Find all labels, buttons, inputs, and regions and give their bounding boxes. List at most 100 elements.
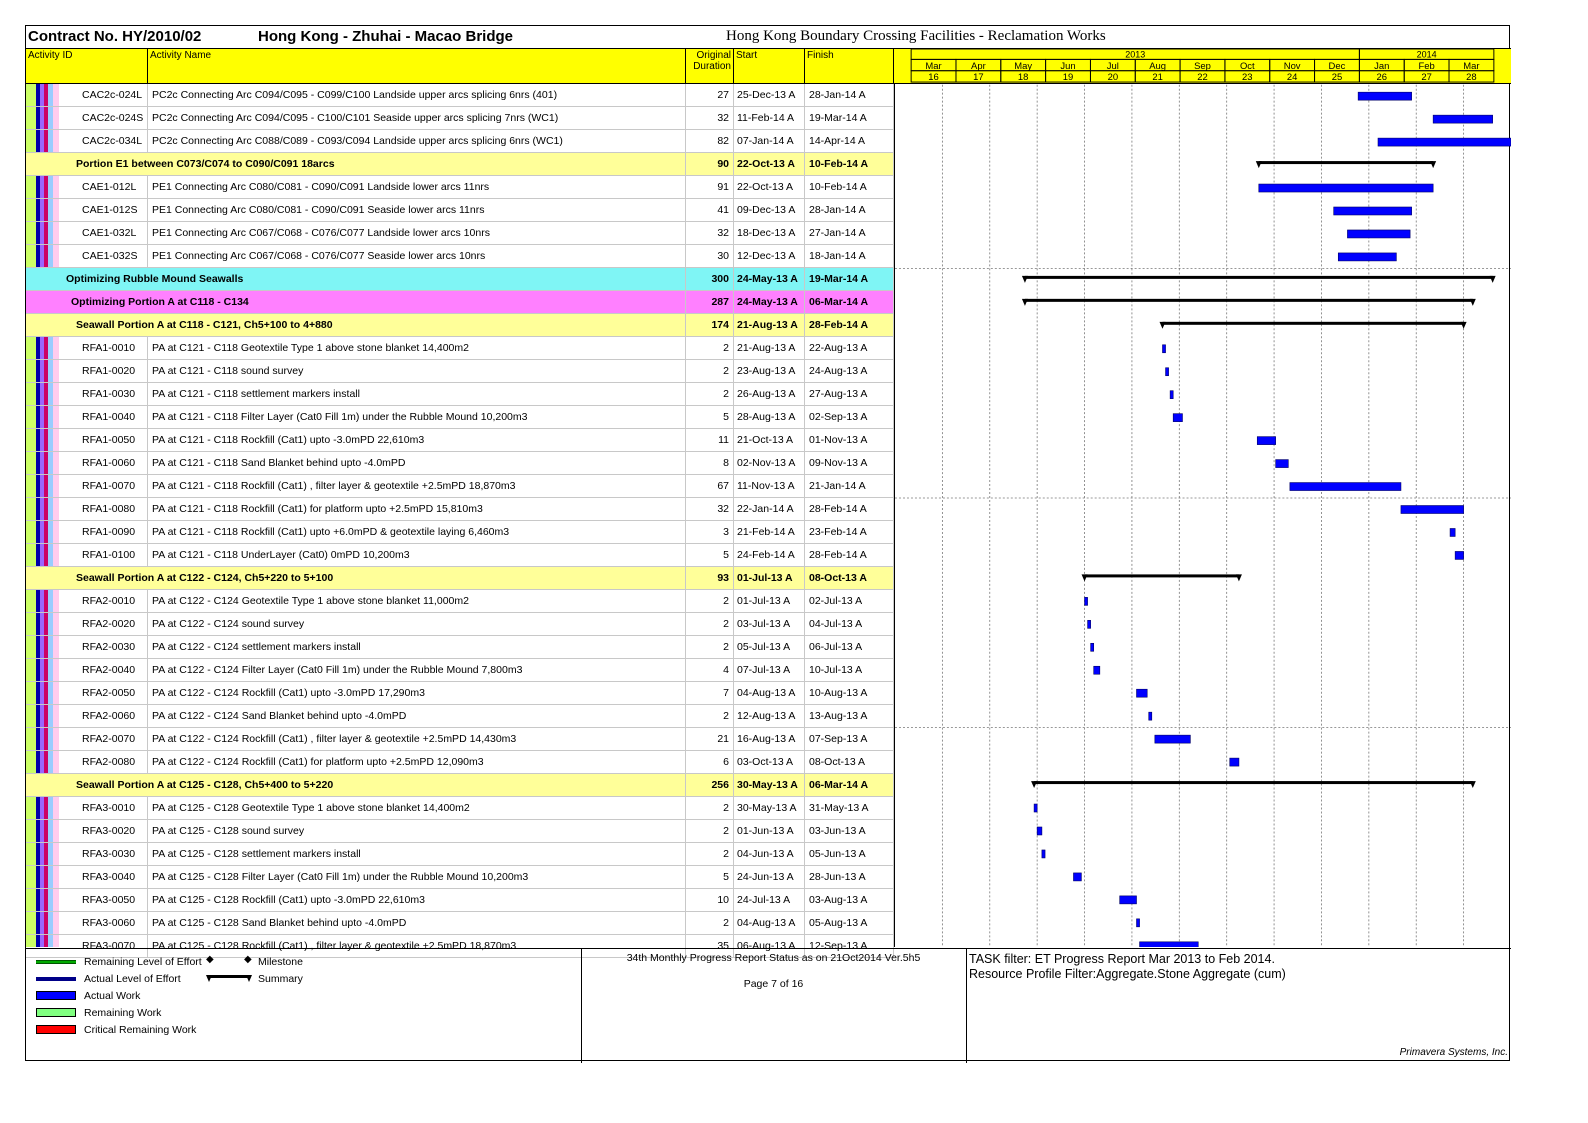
actual-work-bar xyxy=(1449,528,1456,537)
actual-work-bar xyxy=(1454,551,1464,560)
finish-cell: 31-May-13 A xyxy=(805,797,894,819)
start-cell: 03-Jul-13 A xyxy=(734,613,805,635)
wbs-summary-row[interactable]: Seawall Portion A at C125 - C128, Ch5+40… xyxy=(26,774,894,797)
activity-id-cell: RFA1-0020 xyxy=(78,360,148,382)
wbs-summary-row[interactable]: Seawall Portion A at C122 - C124, Ch5+22… xyxy=(26,567,894,590)
table-row[interactable]: RFA2-0040 PA at C122 - C124 Filter Layer … xyxy=(26,659,894,682)
table-row[interactable]: RFA1-0040 PA at C121 - C118 Filter Layer … xyxy=(26,406,894,429)
activity-name-cell: PA at C122 - C124 settlement markers ins… xyxy=(148,636,686,658)
activity-name-cell: PA at C121 - C118 Rockfill (Cat1) upto -… xyxy=(148,429,686,451)
start-cell: 03-Oct-13 A xyxy=(734,751,805,773)
table-row[interactable]: CAE1-032S PE1 Connecting Arc C067/C068 - … xyxy=(26,245,894,268)
actual-work-bar xyxy=(1337,252,1397,262)
finish-cell: 10-Feb-14 A xyxy=(805,176,894,198)
activity-id-cell: CAE1-032L xyxy=(78,222,148,244)
report-status: 34th Monthly Progress Report Status as o… xyxy=(626,952,921,964)
col-header-duration[interactable]: Original Duration xyxy=(686,48,734,84)
finish-cell: 10-Feb-14 A xyxy=(805,153,894,175)
actual-work-bar xyxy=(1084,597,1088,606)
actual-work-bar xyxy=(1093,665,1101,675)
wbs-summary-row[interactable]: Optimizing Rubble Mound Seawalls 300 24-Ma… xyxy=(26,268,894,291)
legend-summary-swatch xyxy=(206,975,252,982)
duration-cell: 256 xyxy=(686,774,734,796)
table-row[interactable]: RFA1-0050 PA at C121 - C118 Rockfill (Cat… xyxy=(26,429,894,452)
activity-id-cell: RFA3-0030 xyxy=(78,843,148,865)
week-number-label: 21 xyxy=(1152,72,1163,83)
legend-actual-loe-swatch xyxy=(36,977,76,981)
actual-work-bar xyxy=(1333,206,1412,216)
table-row[interactable]: CAC2c-034L PC2c Connecting Arc C088/C089 … xyxy=(26,130,894,153)
wbs-summary-row[interactable]: Optimizing Portion A at C118 - C134 287 24… xyxy=(26,291,894,314)
table-row[interactable]: CAE1-032L PE1 Connecting Arc C067/C068 - … xyxy=(26,222,894,245)
col-header-duration-line2: Duration xyxy=(693,61,731,72)
week-number-label: 17 xyxy=(973,72,984,83)
summary-bar-line xyxy=(1034,781,1473,785)
start-cell: 22-Oct-13 A xyxy=(734,176,805,198)
table-row[interactable]: RFA1-0030 PA at C121 - C118 settlement ma… xyxy=(26,383,894,406)
table-row[interactable]: RFA2-0080 PA at C122 - C124 Rockfill (Cat… xyxy=(26,751,894,774)
table-row[interactable]: RFA1-0010 PA at C121 - C118 Geotextile Ty… xyxy=(26,337,894,360)
table-row[interactable]: RFA1-0060 PA at C121 - C118 Sand Blanket … xyxy=(26,452,894,475)
col-header-start[interactable]: Start xyxy=(734,48,805,84)
start-cell: 21-Aug-13 A xyxy=(734,314,805,336)
duration-cell: 300 xyxy=(686,268,734,290)
start-cell: 01-Jul-13 A xyxy=(734,590,805,612)
start-cell: 05-Jul-13 A xyxy=(734,636,805,658)
table-row[interactable]: RFA1-0080 PA at C121 - C118 Rockfill (Cat… xyxy=(26,498,894,521)
finish-cell: 10-Jul-13 A xyxy=(805,659,894,681)
table-row[interactable]: CAC2c-024L PC2c Connecting Arc C094/C095 … xyxy=(26,84,894,107)
summary-bar xyxy=(1021,298,1476,306)
table-row[interactable]: RFA3-0040 PA at C125 - C128 Filter Layer … xyxy=(26,866,894,889)
table-row[interactable]: RFA3-0020 PA at C125 - C128 sound survey 2… xyxy=(26,820,894,843)
activity-id-cell: RFA2-0030 xyxy=(78,636,148,658)
actual-work-bar xyxy=(1033,803,1038,813)
col-header-finish[interactable]: Finish xyxy=(805,48,894,84)
activity-name-cell: PA at C125 - C128 Filter Layer (Cat0 Fil… xyxy=(148,866,686,888)
actual-work-bar xyxy=(1090,642,1095,652)
activity-name-cell: PA at C125 - C128 sound survey xyxy=(148,820,686,842)
table-row[interactable]: RFA1-0070 PA at C121 - C118 Rockfill (Cat… xyxy=(26,475,894,498)
legend-actual-work: Actual Work xyxy=(84,990,141,1002)
milestone-icon: ◆ xyxy=(244,954,252,965)
table-row[interactable]: RFA3-0050 PA at C125 - C128 Rockfill (Cat… xyxy=(26,889,894,912)
table-row[interactable]: CAE1-012L PE1 Connecting Arc C080/C081 - … xyxy=(26,176,894,199)
duration-cell: 93 xyxy=(686,567,734,589)
month-label: Nov xyxy=(1284,61,1301,72)
finish-cell: 24-Aug-13 A xyxy=(805,360,894,382)
duration-cell: 174 xyxy=(686,314,734,336)
table-row[interactable]: RFA2-0060 PA at C122 - C124 Sand Blanket … xyxy=(26,705,894,728)
table-row[interactable]: RFA3-0010 PA at C125 - C128 Geotextile Ty… xyxy=(26,797,894,820)
wbs-summary-row[interactable]: Portion E1 between C073/C074 to C090/C09… xyxy=(26,153,894,176)
wbs-summary-row[interactable]: Seawall Portion A at C118 - C121, Ch5+10… xyxy=(26,314,894,337)
col-header-start-label: Start xyxy=(736,50,758,61)
table-row[interactable]: CAE1-012S PE1 Connecting Arc C080/C081 - … xyxy=(26,199,894,222)
col-header-activity-name[interactable]: Activity Name xyxy=(148,48,686,84)
duration-cell: 2 xyxy=(686,613,734,635)
actual-work-bar xyxy=(1087,620,1091,629)
table-row[interactable]: RFA2-0010 PA at C122 - C124 Geotextile Ty… xyxy=(26,590,894,613)
actual-work-bar xyxy=(1289,482,1402,491)
footer-divider xyxy=(581,949,582,1063)
finish-cell: 03-Aug-13 A xyxy=(805,889,894,911)
table-row[interactable]: RFA2-0020 PA at C122 - C124 sound survey 2… xyxy=(26,613,894,636)
activity-name-cell: PA at C122 - C124 Geotextile Type 1 abov… xyxy=(148,590,686,612)
duration-cell: 11 xyxy=(686,429,734,451)
activity-id-cell: RFA1-0010 xyxy=(78,337,148,359)
table-row[interactable]: RFA1-0090 PA at C121 - C118 Rockfill (Cat… xyxy=(26,521,894,544)
activity-id-cell: RFA3-0060 xyxy=(78,912,148,934)
month-label: Jun xyxy=(1060,61,1075,72)
table-row[interactable]: RFA2-0030 PA at C122 - C124 settlement ma… xyxy=(26,636,894,659)
table-row[interactable]: RFA3-0030 PA at C125 - C128 settlement ma… xyxy=(26,843,894,866)
table-row[interactable]: RFA2-0050 PA at C122 - C124 Rockfill (Cat… xyxy=(26,682,894,705)
actual-work-bar xyxy=(1169,390,1174,399)
col-header-activity-id[interactable]: Activity ID xyxy=(26,48,148,84)
table-row[interactable]: RFA1-0020 PA at C121 - C118 sound survey 2… xyxy=(26,360,894,383)
table-row[interactable]: RFA1-0100 PA at C121 - C118 UnderLayer (C… xyxy=(26,544,894,567)
table-row[interactable]: RFA2-0070 PA at C122 - C124 Rockfill (Cat… xyxy=(26,728,894,751)
table-row[interactable]: RFA3-0060 PA at C125 - C128 Sand Blanket … xyxy=(26,912,894,935)
summary-bar xyxy=(1021,275,1496,283)
year-label: 2013 xyxy=(1125,50,1145,60)
month-label: Mar xyxy=(1463,61,1479,72)
activity-id-cell: RFA1-0080 xyxy=(78,498,148,520)
table-row[interactable]: CAC2c-024S PC2c Connecting Arc C094/C095 … xyxy=(26,107,894,130)
